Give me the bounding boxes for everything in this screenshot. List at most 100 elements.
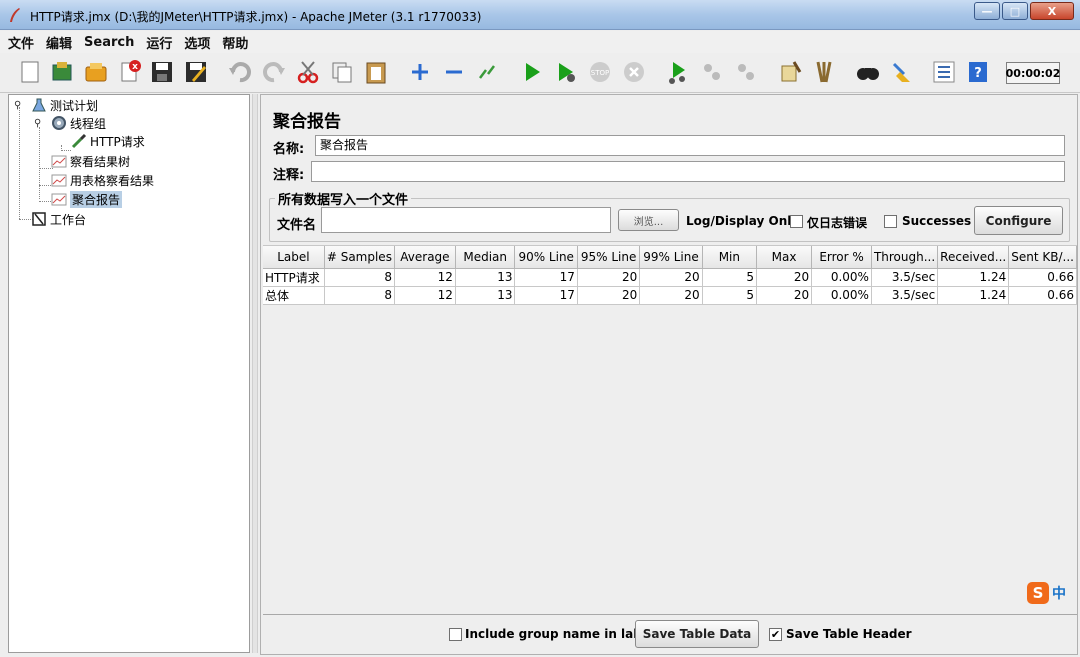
tree-node-workbench[interactable]: 工作台 [31, 210, 86, 228]
save-icon[interactable] [148, 58, 176, 86]
comment-field[interactable] [311, 161, 1065, 182]
tree-node-test-plan[interactable]: 测试计划 [31, 96, 98, 114]
remote-shutdown-icon[interactable] [732, 58, 760, 86]
column-header[interactable]: 99% Line [639, 246, 703, 269]
new-icon[interactable] [16, 58, 44, 86]
pipette-icon [71, 133, 87, 149]
successes-checkbox[interactable] [884, 215, 897, 228]
templates-icon[interactable] [48, 58, 76, 86]
table-cell: 12 [394, 286, 456, 305]
table-cell: 0.66 [1008, 268, 1077, 287]
configure-button[interactable]: Configure [974, 206, 1063, 235]
menu-bar: 文件 编辑 Search 运行 选项 帮助 [0, 31, 1080, 53]
column-header[interactable]: Received... [937, 246, 1010, 269]
search-icon[interactable] [854, 58, 882, 86]
table-cell: 5 [702, 286, 758, 305]
table-cell: 3.5/sec [871, 286, 939, 305]
svg-text:x: x [132, 62, 138, 72]
tree-node-http-request[interactable]: HTTP请求 [71, 132, 145, 150]
tree-node-view-results-table[interactable]: 用表格察看结果 [51, 171, 154, 189]
menu-file[interactable]: 文件 [8, 33, 34, 52]
expand-toggle-icon[interactable]: ⚲ [34, 119, 43, 129]
help-icon[interactable]: ? [964, 58, 992, 86]
column-header[interactable]: Error % [811, 246, 872, 269]
table-cell: 0.66 [1008, 286, 1077, 305]
table-row[interactable]: 总体 8 12 13 17 20 20 5 20 0.00% 3.5/sec 1… [263, 286, 1077, 305]
table-cell: 20 [756, 286, 813, 305]
start-icon[interactable] [518, 58, 546, 86]
errors-only-checkbox[interactable] [790, 215, 803, 228]
results-table-area[interactable]: Label # Samples Average Median 90% Line … [263, 245, 1077, 615]
undo-icon[interactable] [226, 58, 254, 86]
column-header[interactable]: 95% Line [577, 246, 641, 269]
column-header[interactable]: Label [263, 246, 325, 269]
table-row[interactable]: HTTP请求 8 12 13 17 20 20 5 20 0.00% 3.5/s… [263, 268, 1077, 287]
cut-icon[interactable] [294, 58, 322, 86]
paste-icon[interactable] [362, 58, 390, 86]
elapsed-timer: 00:00:02 [1006, 62, 1060, 84]
table-cell: 13 [455, 268, 516, 287]
clear-all-icon[interactable] [810, 58, 838, 86]
save-table-data-button[interactable]: Save Table Data [635, 620, 759, 648]
browse-button[interactable]: 浏览... [618, 209, 679, 231]
menu-options[interactable]: 选项 [184, 33, 210, 52]
column-header[interactable]: 90% Line [514, 246, 578, 269]
include-group-checkbox[interactable] [449, 628, 462, 641]
table-cell: 0.00% [811, 286, 872, 305]
column-header[interactable]: Min [702, 246, 758, 269]
filename-label: 文件名 [277, 218, 317, 233]
menu-edit[interactable]: 编辑 [46, 33, 72, 52]
table-cell: 13 [455, 286, 516, 305]
split-pane-divider[interactable] [252, 94, 258, 653]
clear-icon[interactable] [776, 58, 804, 86]
save-as-icon[interactable] [182, 58, 210, 86]
ime-indicator[interactable]: S 中 [1027, 582, 1066, 604]
close-window-button[interactable]: X [1030, 2, 1074, 20]
redo-icon[interactable] [260, 58, 288, 86]
tree-label-workbench: 工作台 [50, 212, 87, 227]
table-cell: 1.24 [937, 268, 1010, 287]
expand-toggle-icon[interactable]: ⚲ [14, 101, 23, 111]
collapse-icon[interactable] [440, 58, 468, 86]
column-header[interactable]: Sent KB/... [1008, 246, 1077, 269]
tree-label-test-plan: 测试计划 [50, 98, 99, 113]
gear-icon [52, 116, 66, 130]
minimize-button[interactable]: — [974, 2, 1000, 20]
file-group-title: 所有数据写入一个文件 [275, 189, 412, 208]
tree-node-view-results-tree[interactable]: 察看结果树 [51, 152, 130, 170]
name-field[interactable]: 聚合报告 [315, 135, 1065, 156]
include-group-label: Include group name in label? [465, 627, 662, 641]
stop-icon[interactable]: STOP [586, 58, 614, 86]
function-helper-icon[interactable] [930, 58, 958, 86]
table-options-bar: Include group name in label? Save Table … [261, 615, 1077, 655]
menu-run[interactable]: 运行 [146, 33, 172, 52]
comment-label: 注释: [273, 168, 305, 183]
copy-icon[interactable] [328, 58, 356, 86]
remote-start-icon[interactable] [664, 58, 692, 86]
tree-node-thread-group[interactable]: 线程组 [51, 114, 106, 132]
start-no-pause-icon[interactable] [552, 58, 580, 86]
test-plan-tree[interactable]: ⚲ 测试计划 ⚲ 线程组 HTTP请求 察看结果树 用表格察看结果 聚合报告 工… [8, 94, 250, 653]
expand-icon[interactable] [406, 58, 434, 86]
column-header[interactable]: Max [756, 246, 813, 269]
column-header[interactable]: Average [394, 246, 456, 269]
tree-node-aggregate-report[interactable]: 聚合报告 [51, 190, 123, 208]
open-icon[interactable] [82, 58, 110, 86]
save-table-header-checkbox[interactable]: ✔ [769, 628, 782, 641]
aggregate-table[interactable]: Label # Samples Average Median 90% Line … [263, 246, 1077, 305]
menu-help[interactable]: 帮助 [222, 33, 248, 52]
maximize-button[interactable]: □ [1002, 2, 1028, 20]
remote-stop-icon[interactable] [698, 58, 726, 86]
toggle-icon[interactable] [474, 58, 502, 86]
name-label: 名称: [273, 142, 305, 157]
chart-listener-icon [51, 193, 67, 206]
close-icon[interactable]: x [116, 58, 144, 86]
reset-search-icon[interactable] [888, 58, 916, 86]
filename-field[interactable] [321, 207, 611, 233]
log-display-only-label: Log/Display Only: [686, 214, 804, 228]
column-header[interactable]: Through... [871, 246, 939, 269]
menu-search[interactable]: Search [84, 35, 134, 50]
column-header[interactable]: # Samples [324, 246, 395, 269]
column-header[interactable]: Median [455, 246, 516, 269]
shutdown-icon[interactable] [620, 58, 648, 86]
